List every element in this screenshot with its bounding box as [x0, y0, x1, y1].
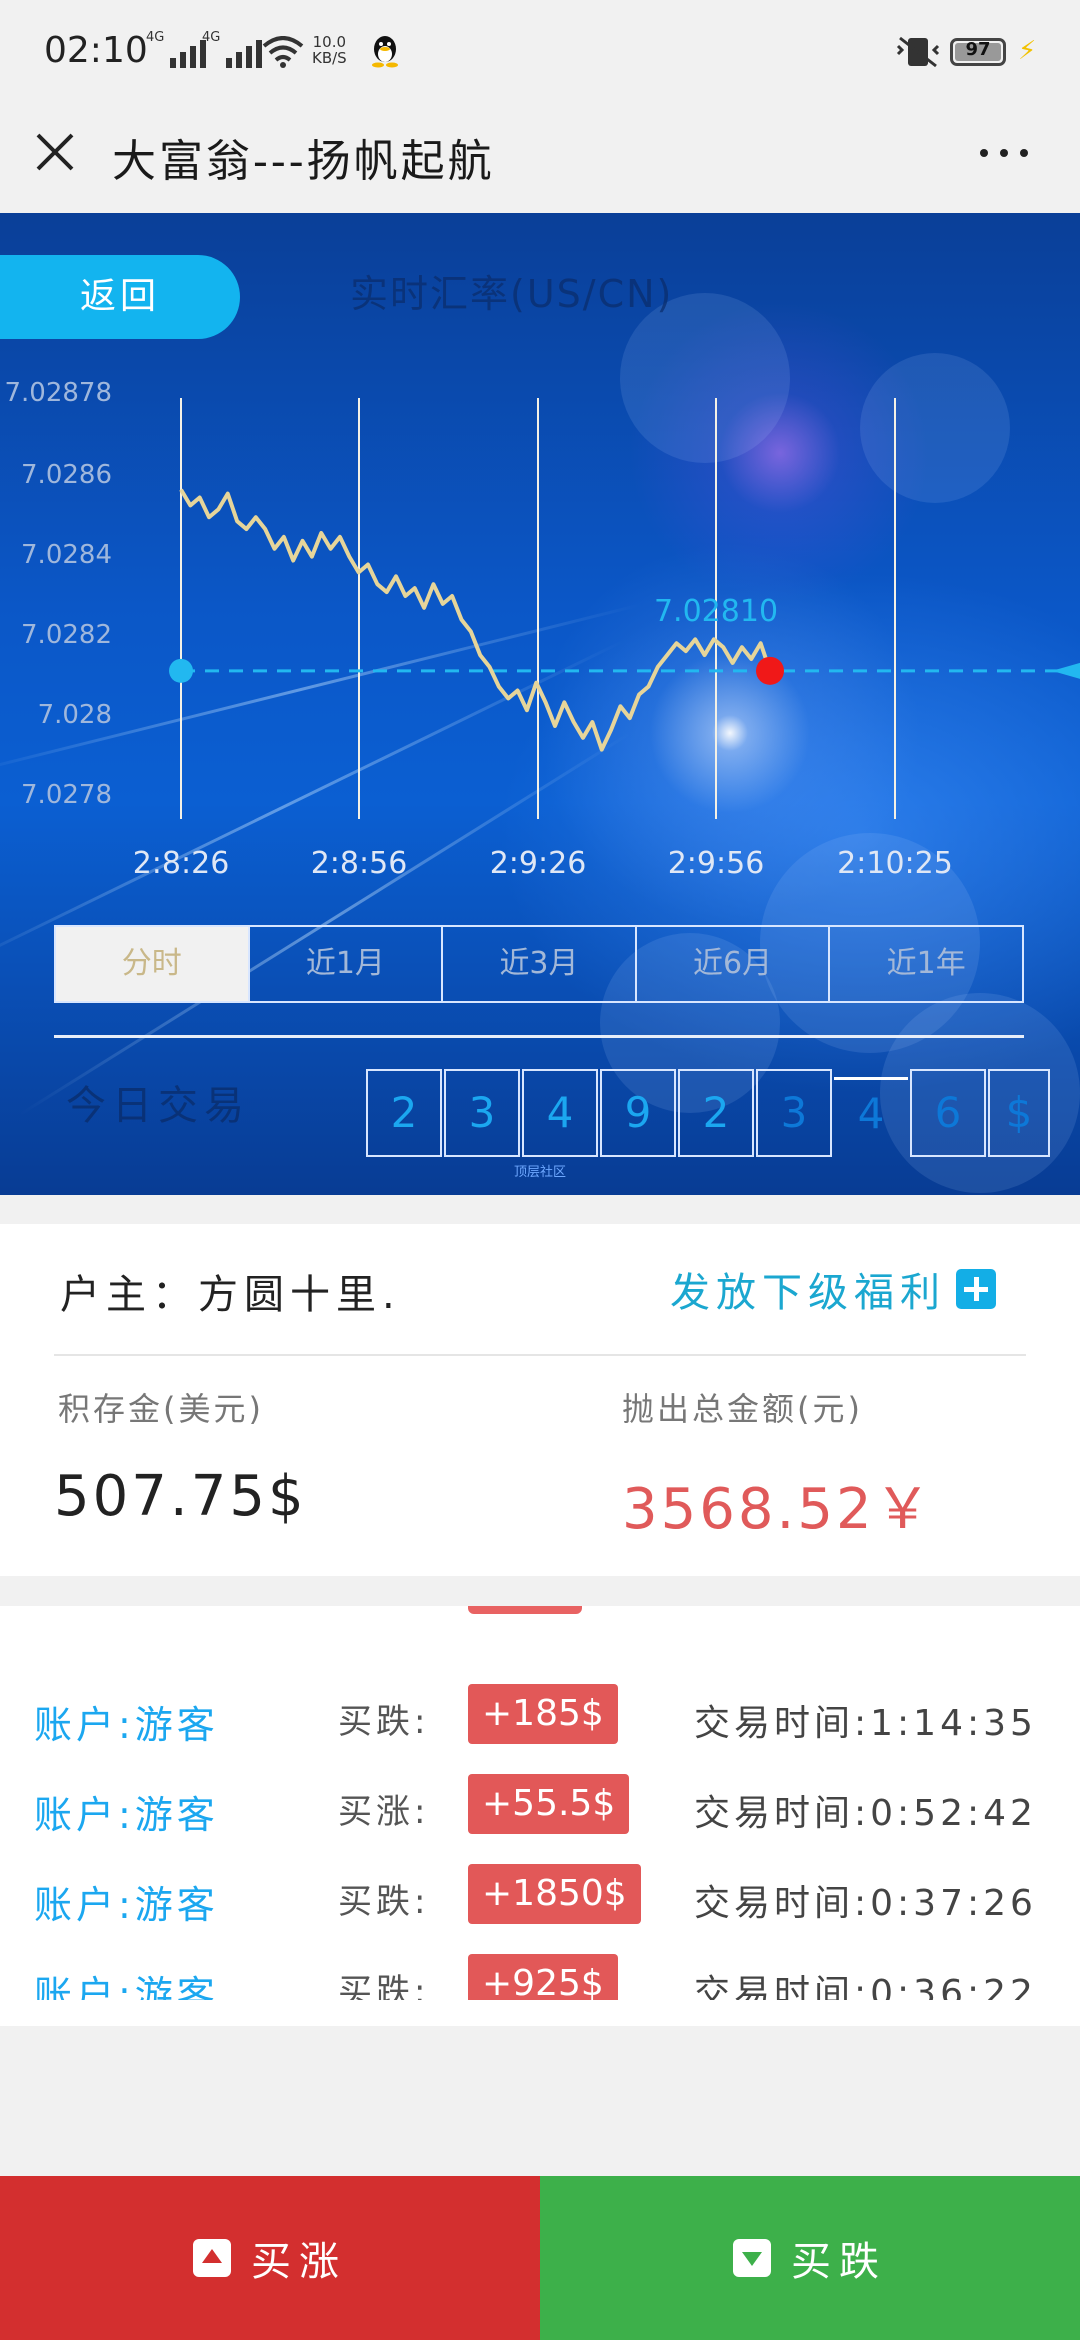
trade-time: 交易时间:0:52:42: [694, 1793, 1037, 1834]
status-time: 02:10: [44, 30, 148, 71]
trade-account: 账户:游客: [34, 1793, 219, 1837]
today-trades-counter: 2 3 4 9 2 3 4 6 $: [366, 1069, 1052, 1157]
list-item: 账户:游客 买跌: +185$ 交易时间:1:14:35: [0, 1676, 1080, 1766]
buy-rise-label: 买涨: [251, 2239, 347, 2285]
signal-icon: 4G: [202, 30, 262, 68]
signal-icon: 4G: [146, 30, 206, 68]
x-tick-label: 2:9:26: [490, 846, 587, 881]
trade-amount-badge: +925$: [468, 1954, 618, 2000]
counter-digit: 3: [444, 1069, 520, 1157]
recent-trades-list: 账户:游客 买跌: +185$ 交易时间:1:14:35 账户:游客 买涨: +…: [0, 1676, 1080, 2000]
today-trades-label: 今日交易: [66, 1083, 250, 1129]
wifi-icon: [262, 36, 304, 68]
trade-action: 买跌:: [338, 1702, 430, 1742]
issue-welfare-label: 发放下级福利: [670, 1270, 946, 1316]
charging-icon: ⚡: [1018, 36, 1037, 66]
tab-1-year[interactable]: 近1年: [830, 927, 1022, 1001]
tab-1-month[interactable]: 近1月: [250, 927, 444, 1001]
counter-digit: 2: [366, 1069, 442, 1157]
counter-digit: 4: [522, 1069, 598, 1157]
counter-digit: 9: [600, 1069, 676, 1157]
trade-amount-badge: +55.5$: [468, 1774, 630, 1834]
y-tick-label: 7.028: [38, 700, 112, 730]
watermark: 顶层社区: [514, 1165, 567, 1180]
trade-action: 买跌:: [338, 1972, 430, 2000]
x-tick-label: 2:9:56: [668, 846, 765, 881]
issue-welfare-button[interactable]: 发放下级福利: [670, 1260, 996, 1318]
exchange-rate-chart: 7.02878 7.0286 7.0284 7.0282 7.028 7.0278 2:8:…: [4, 378, 1080, 881]
buy-fall-label: 买跌: [791, 2239, 887, 2285]
battery-icon: 97: [950, 38, 1006, 66]
title-bar: 大富翁---扬帆起航: [0, 105, 1080, 213]
withdraw-label: 抛出总金额(元): [622, 1390, 863, 1428]
close-icon[interactable]: [30, 127, 80, 177]
y-tick-label: 7.0284: [21, 540, 112, 570]
status-bar: 02:10 4G 4G 10.0 KB/S 97 ⚡: [0, 0, 1080, 105]
counter-digit-connector: 4: [834, 1069, 908, 1153]
arrow-down-icon: [733, 2239, 771, 2277]
start-point-marker: [169, 658, 193, 683]
trade-account: 账户:游客: [34, 1883, 219, 1927]
more-options-icon[interactable]: [976, 127, 1036, 177]
trade-action: 买跌:: [338, 1882, 430, 1922]
plus-icon[interactable]: [956, 1269, 996, 1309]
x-tick-label: 2:8:26: [133, 846, 230, 881]
trade-amount-badge: +185$: [468, 1684, 618, 1744]
y-tick-label: 7.0282: [21, 620, 112, 650]
savings-label: 积存金(美元): [58, 1390, 264, 1428]
trade-action: 买涨:: [338, 1792, 430, 1832]
period-tabs: 分时 近1月 近3月 近6月 近1年: [54, 925, 1024, 1003]
divider: [54, 1354, 1026, 1356]
trade-time: 交易时间:0:36:22: [694, 1973, 1037, 2000]
counter-digit: 2: [678, 1069, 754, 1157]
trades-scroll-indicator: [468, 1606, 582, 1614]
buy-rise-button[interactable]: 买涨: [0, 2176, 540, 2340]
buy-fall-button[interactable]: 买跌: [540, 2176, 1080, 2340]
tab-3-months[interactable]: 近3月: [443, 927, 637, 1001]
list-item: 账户:游客 买涨: +55.5$ 交易时间:0:52:42: [0, 1766, 1080, 1856]
trade-amount-badge: +1850$: [468, 1864, 641, 1924]
withdraw-value: 3568.52￥: [622, 1477, 934, 1542]
trade-time: 交易时间:1:14:35: [694, 1703, 1037, 1744]
savings-value: 507.75$: [54, 1464, 307, 1529]
chart-panel: 返回 实时汇率(US/CN) 7.02878 7.0286 7.0284 7.0282…: [0, 213, 1080, 1195]
arrow-up-icon: [193, 2239, 231, 2277]
baseline-end-marker: [1052, 662, 1080, 679]
list-item: 账户:游客 买跌: +1850$ 交易时间:0:37:26: [0, 1856, 1080, 1946]
x-tick-label: 2:10:25: [837, 846, 953, 881]
counter-digit: 3: [756, 1069, 832, 1157]
trade-account: 账户:游客: [34, 1703, 219, 1747]
y-tick-label: 7.02878: [4, 378, 112, 408]
recent-trades-card: 账户:游客 买跌: +185$ 交易时间:1:14:35 账户:游客 买涨: +…: [0, 1606, 1080, 2026]
y-tick-label: 7.0278: [21, 780, 112, 810]
current-value-label: 7.02810: [654, 594, 778, 629]
page-title: 大富翁---扬帆起航: [112, 136, 495, 187]
divider: [54, 1035, 1024, 1038]
qq-penguin-icon: [372, 36, 398, 68]
vibrate-mute-icon: [896, 36, 940, 68]
counter-digit: $: [988, 1069, 1050, 1157]
counter-digit: 6: [910, 1069, 986, 1157]
current-point-marker: [756, 656, 784, 685]
y-tick-label: 7.0286: [21, 460, 112, 490]
tab-6-months[interactable]: 近6月: [637, 927, 831, 1001]
x-tick-label: 2:8:56: [311, 846, 408, 881]
tab-intraday[interactable]: 分时: [56, 927, 250, 1001]
account-owner: 户主：方圆十里.: [60, 1272, 401, 1318]
trade-account: 账户:游客: [34, 1973, 219, 2000]
trade-time: 交易时间:0:37:26: [694, 1883, 1037, 1924]
network-speed: 10.0 KB/S: [312, 33, 347, 67]
list-item: 账户:游客 买跌: +925$ 交易时间:0:36:22: [0, 1946, 1080, 2000]
account-card: 户主：方圆十里. 发放下级福利 积存金(美元) 507.75$ 抛出总金额(元)…: [0, 1224, 1080, 1576]
